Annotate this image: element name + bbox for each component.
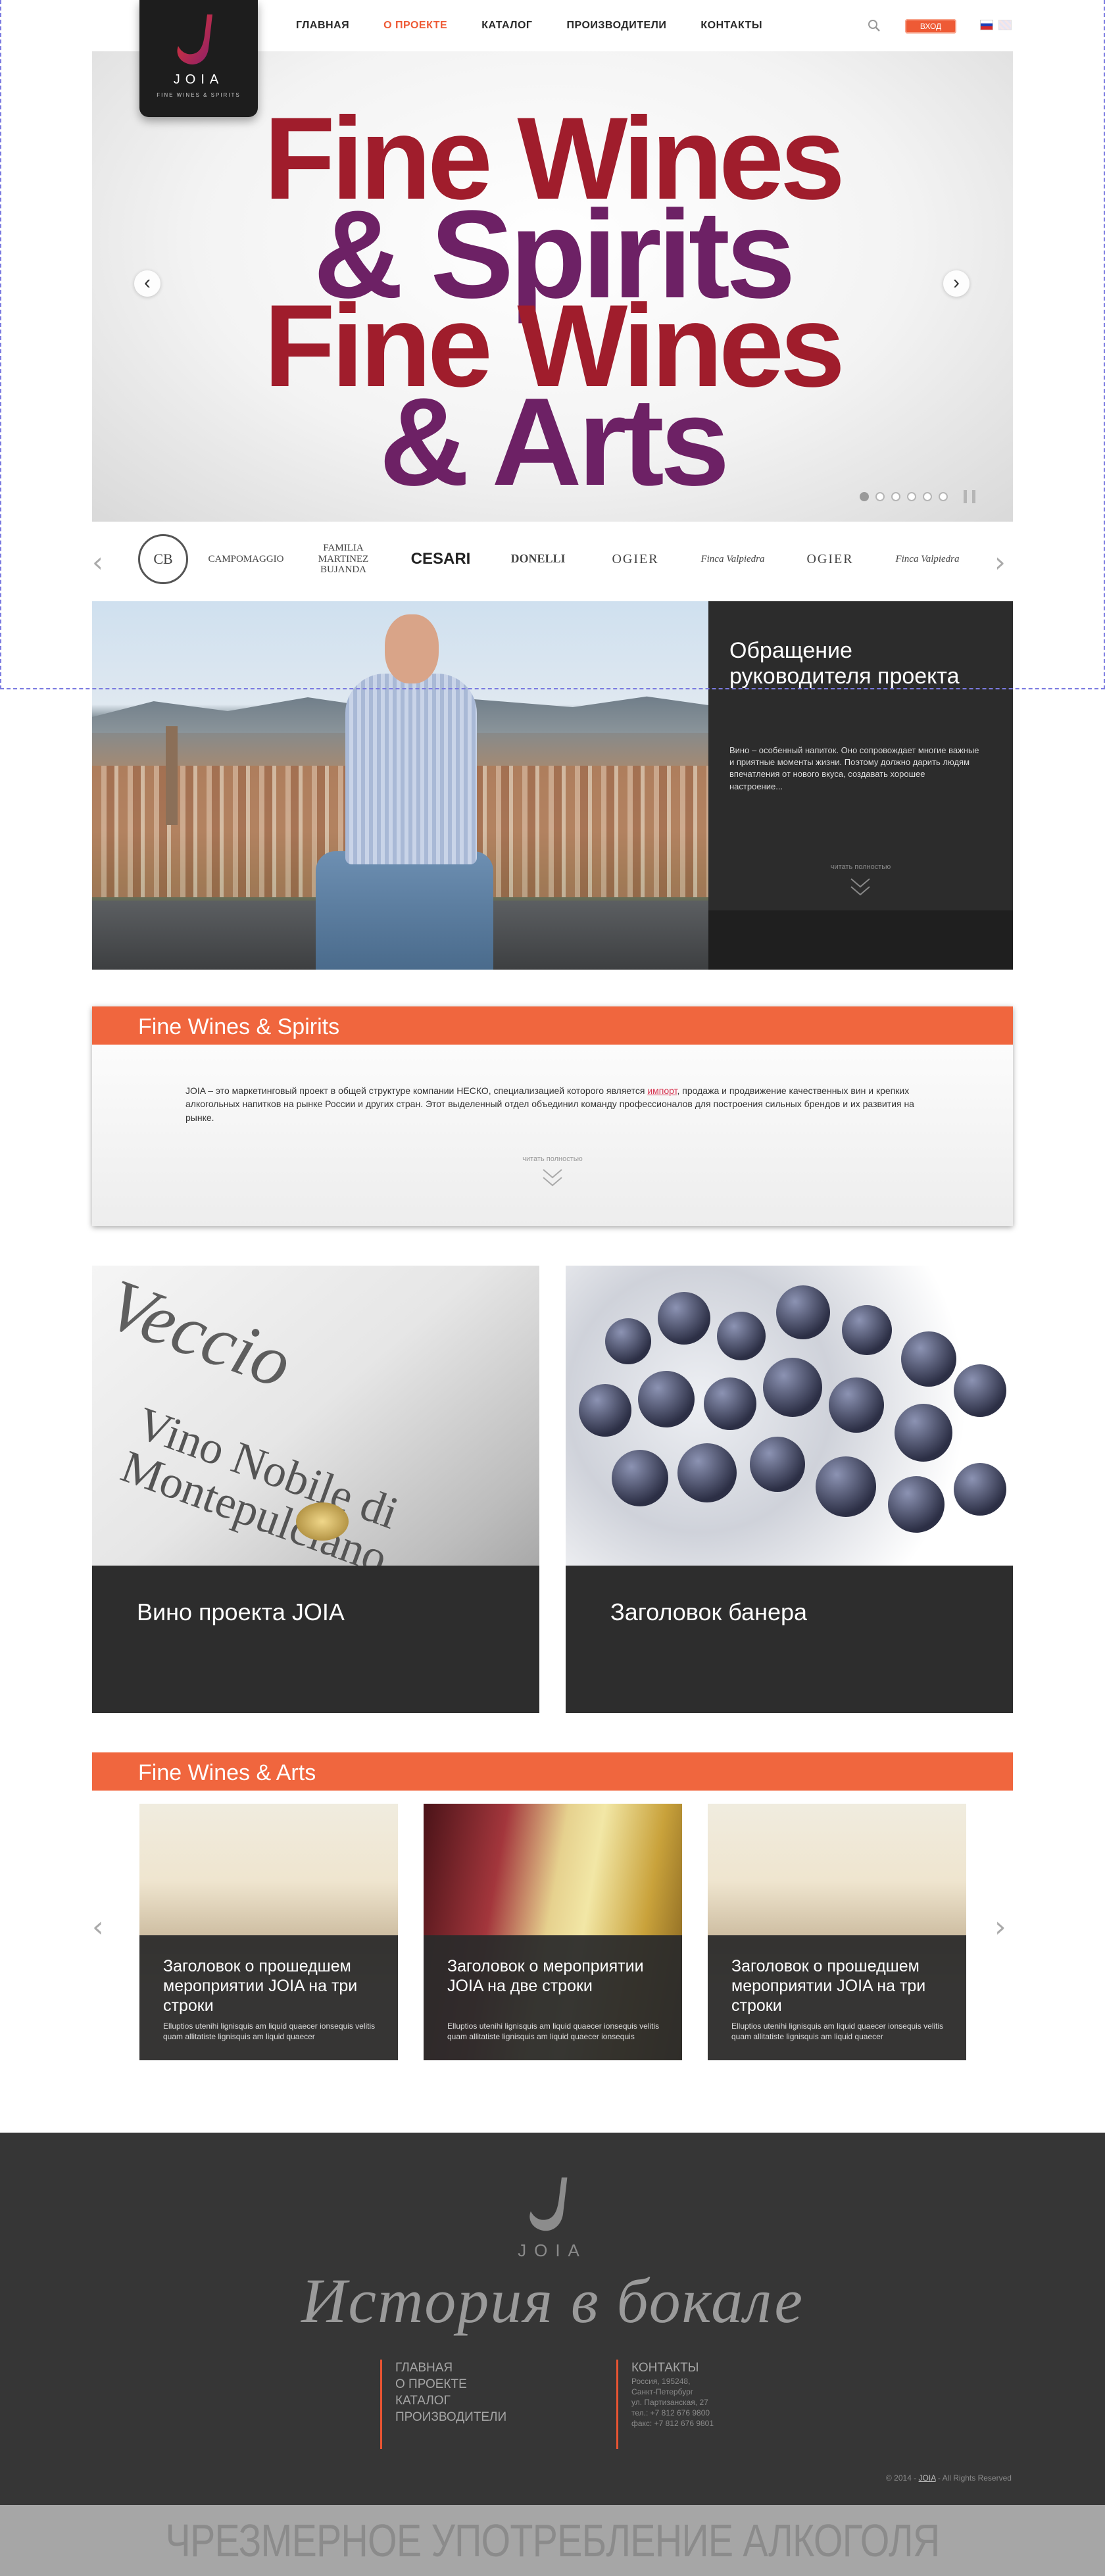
joia-logo-icon xyxy=(529,2177,568,2231)
footer-contacts-title[interactable]: КОНТАКТЫ xyxy=(631,2360,714,2376)
slide-dot[interactable] xyxy=(860,492,869,501)
brand-logo[interactable]: Finca Valpiedra xyxy=(888,554,967,565)
event-card-text: Elluptios utenihi lignisquis am liquid q… xyxy=(163,2021,376,2042)
copyright-link[interactable]: JOIA xyxy=(919,2473,936,2483)
contact-line: Санкт-Петербург xyxy=(631,2387,694,2396)
contact-line: ул. Партизанская, 27 xyxy=(631,2398,708,2407)
site-footer: JOIA История в бокале ГЛАВНАЯ О ПРОЕКТЕ … xyxy=(0,2133,1105,2505)
banner-berries[interactable]: Заголовок банера xyxy=(566,1266,1013,1713)
brand-carousel: ‹ CB CAMPOMAGGIO FAMILIA MARTINEZ BUJAND… xyxy=(92,526,1013,592)
main-nav: ГЛАВНАЯ О ПРОЕКТЕ КАТАЛОГ ПРОИЗВОДИТЕЛИ … xyxy=(296,20,762,32)
page: JOIA FINE WINES & SPIRITS ГЛАВНАЯ О ПРОЕ… xyxy=(0,0,1105,2576)
director-read-more-link[interactable]: читать полностью xyxy=(708,863,1013,871)
contact-line: тел.: +7 812 676 9800 xyxy=(631,2408,710,2417)
director-photo xyxy=(92,601,708,970)
banner-image-script: Veccio xyxy=(97,1266,303,1404)
flag-en-icon[interactable] xyxy=(998,20,1012,30)
footer-nav-about[interactable]: О ПРОЕКТЕ xyxy=(395,2376,506,2392)
joia-logo-icon xyxy=(177,14,212,64)
health-warning-bar: ЧРЕЗМЕРНОЕ УПОТРЕБЛЕНИЕ АЛКОГОЛЯ ВРЕДИТ … xyxy=(0,2505,1105,2576)
pause-icon[interactable] xyxy=(964,490,975,503)
about-section: Fine Wines & Spirits JOIA – это маркетин… xyxy=(92,1006,1013,1226)
brand-logo[interactable]: Finca Valpiedra xyxy=(693,554,772,565)
banner-title: Вино проекта JOIA xyxy=(137,1598,345,1625)
brand-logo[interactable]: OGIER xyxy=(791,552,870,566)
slide-dot[interactable] xyxy=(939,492,948,501)
brand-list: CB CAMPOMAGGIO FAMILIA MARTINEZ BUJANDA … xyxy=(138,534,967,584)
director-panel: Обращение руководителя проекта Вино – ос… xyxy=(708,601,1013,970)
site-logo[interactable]: JOIA FINE WINES & SPIRITS xyxy=(139,0,258,117)
footer-nav-home[interactable]: ГЛАВНАЯ xyxy=(395,2360,506,2376)
hero-slider: Fine Wines & Spirits Fine Wines & Arts ‹… xyxy=(92,51,1013,522)
about-text: JOIA – это маркетинговый проект в общей … xyxy=(185,1085,914,1123)
event-card[interactable]: Заголовок о мероприятии JOIA на две стро… xyxy=(424,1804,682,2060)
arts-next-arrow-icon[interactable]: › xyxy=(994,1910,1006,1944)
hero-prev-arrow-icon[interactable]: ‹ xyxy=(134,270,160,297)
logo-tagline: FINE WINES & SPIRITS xyxy=(157,92,241,98)
nav-contacts[interactable]: КОНТАКТЫ xyxy=(700,20,762,32)
about-header-bar: Fine Wines & Spirits xyxy=(92,1006,1013,1045)
chevron-down-icon[interactable] xyxy=(849,876,872,897)
search-icon[interactable] xyxy=(867,18,881,33)
arts-section: Fine Wines & Arts ‹ Заголовок о прошедше… xyxy=(92,1752,1013,2062)
event-card-title: Заголовок о мероприятии JOIA на две стро… xyxy=(447,1957,644,1995)
slide-dot[interactable] xyxy=(923,492,932,501)
arts-prev-arrow-icon[interactable]: ‹ xyxy=(92,1910,104,1944)
brands-next-arrow-icon[interactable]: › xyxy=(994,546,1006,578)
chevron-down-icon[interactable] xyxy=(541,1167,564,1188)
director-block: Обращение руководителя проекта Вино – ос… xyxy=(92,601,1013,970)
footer-slogan: История в бокале xyxy=(301,2266,804,2336)
footer-nav-producers[interactable]: ПРОИЗВОДИТЕЛИ xyxy=(395,2409,506,2425)
login-button[interactable]: ВХОД xyxy=(905,19,956,34)
brands-prev-arrow-icon[interactable]: ‹ xyxy=(92,546,103,578)
footer-contacts: КОНТАКТЫ Россия, 195248, Санкт-Петербург… xyxy=(616,2360,714,2449)
nav-producers[interactable]: ПРОИЗВОДИТЕЛИ xyxy=(566,20,666,32)
logo-wordmark: JOIA xyxy=(173,72,224,87)
event-card[interactable]: Заголовок о прошедшем мероприятии JOIA н… xyxy=(708,1804,966,2060)
site-header: JOIA FINE WINES & SPIRITS ГЛАВНАЯ О ПРОЕ… xyxy=(92,0,1013,117)
flag-ru-icon[interactable] xyxy=(980,20,993,30)
brand-logo[interactable]: FAMILIA MARTINEZ BUJANDA xyxy=(304,543,383,576)
footer-nav: ГЛАВНАЯ О ПРОЕКТЕ КАТАЛОГ ПРОИЗВОДИТЕЛИ xyxy=(380,2360,506,2449)
footer-wordmark: JOIA xyxy=(518,2241,587,2260)
contact-line: Россия, 195248, xyxy=(631,2377,691,2386)
nav-about[interactable]: О ПРОЕКТЕ xyxy=(383,20,447,32)
brand-logo[interactable]: DONELLI xyxy=(499,552,577,566)
director-text: Вино – особенный напиток. Оно сопровожда… xyxy=(729,745,979,791)
slide-dot[interactable] xyxy=(875,492,885,501)
director-title: Обращение руководителя проекта xyxy=(729,638,960,689)
event-card[interactable]: Заголовок о прошедшем мероприятии JOIA н… xyxy=(139,1804,398,2060)
brand-logo[interactable]: OGIER xyxy=(596,552,675,566)
arts-title: Fine Wines & Arts xyxy=(138,1760,316,1785)
health-warning-text: ЧРЕЗМЕРНОЕ УПОТРЕБЛЕНИЕ АЛКОГОЛЯ ВРЕДИТ … xyxy=(165,2515,941,2576)
event-card-text: Elluptios utenihi lignisquis am liquid q… xyxy=(447,2021,660,2042)
banner-wine[interactable]: Veccio Vino Nobile di Montepulciano Вино… xyxy=(92,1266,539,1713)
banner-title: Заголовок банера xyxy=(610,1598,808,1625)
brand-logo[interactable]: CAMPOMAGGIO xyxy=(207,554,285,565)
about-title: Fine Wines & Spirits xyxy=(138,1014,340,1039)
nav-catalog[interactable]: КАТАЛОГ xyxy=(481,20,532,32)
hero-next-arrow-icon[interactable]: › xyxy=(943,270,970,297)
event-card-text: Elluptios utenihi lignisquis am liquid q… xyxy=(731,2021,944,2042)
arts-header-bar: Fine Wines & Arts xyxy=(92,1752,1013,1791)
contact-line: факс: +7 812 676 9801 xyxy=(631,2419,714,2428)
medal-icon xyxy=(296,1502,349,1541)
event-card-title: Заголовок о прошедшем мероприятии JOIA н… xyxy=(731,1957,926,2015)
event-card-title: Заголовок о прошедшем мероприятии JOIA н… xyxy=(163,1957,358,2015)
about-read-more-link[interactable]: читать полностью xyxy=(92,1155,1013,1163)
copyright: © 2014 - JOIA - All Rights Reserved xyxy=(886,2473,1012,2483)
slide-dot[interactable] xyxy=(891,492,900,501)
import-link[interactable]: импорт xyxy=(647,1085,677,1096)
nav-home[interactable]: ГЛАВНАЯ xyxy=(296,20,349,32)
hero-pagination xyxy=(860,492,948,501)
footer-nav-catalog[interactable]: КАТАЛОГ xyxy=(395,2392,506,2409)
slide-dot[interactable] xyxy=(907,492,916,501)
brand-logo[interactable]: CESARI xyxy=(401,550,480,568)
brand-logo[interactable]: CB xyxy=(138,534,188,584)
